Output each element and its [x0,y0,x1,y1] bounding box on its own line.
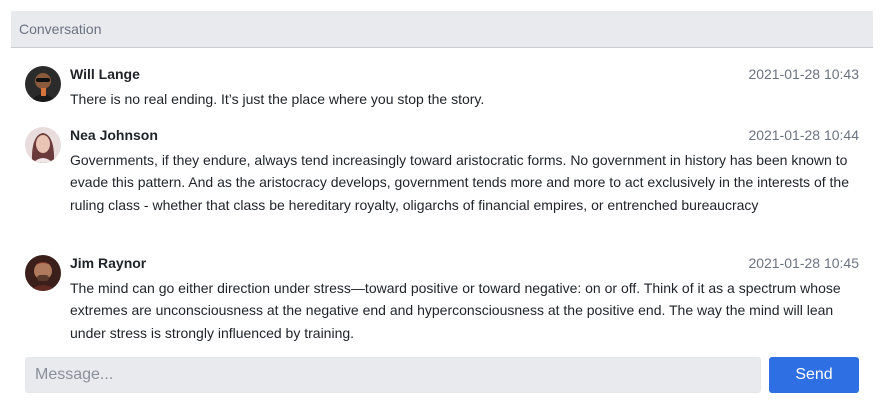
conversation-header: Conversation [11,11,873,48]
message-timestamp: 2021-01-28 10:43 [748,66,859,82]
message-text: There is no real ending. It’s just the p… [70,91,485,107]
user-avatar-icon [25,255,61,291]
user-avatar-icon [25,127,61,163]
message-composer: Send [25,357,859,393]
avatar[interactable] [25,127,61,163]
message-item: Will Lange 2021-01-28 10:43 There is no … [25,66,859,112]
message-input[interactable] [25,357,761,393]
message-text: The mind can go either direction under s… [70,280,841,341]
user-avatar-icon [25,66,61,102]
message-author: Nea Johnson [70,127,158,143]
message-timestamp: 2021-01-28 10:45 [748,255,859,271]
conversation-title: Conversation [19,21,102,37]
message-author: Will Lange [70,66,140,82]
message-author: Jim Raynor [70,255,147,271]
message-text: Governments, if they endure, always tend… [70,152,849,213]
message-item: Jim Raynor 2021-01-28 10:45 The mind can… [25,255,859,343]
avatar[interactable] [25,66,61,102]
message-item: Nea Johnson 2021-01-28 10:44 Governments… [25,127,859,237]
message-timestamp: 2021-01-28 10:44 [748,127,859,143]
avatar[interactable] [25,255,61,291]
send-button[interactable]: Send [769,357,859,393]
